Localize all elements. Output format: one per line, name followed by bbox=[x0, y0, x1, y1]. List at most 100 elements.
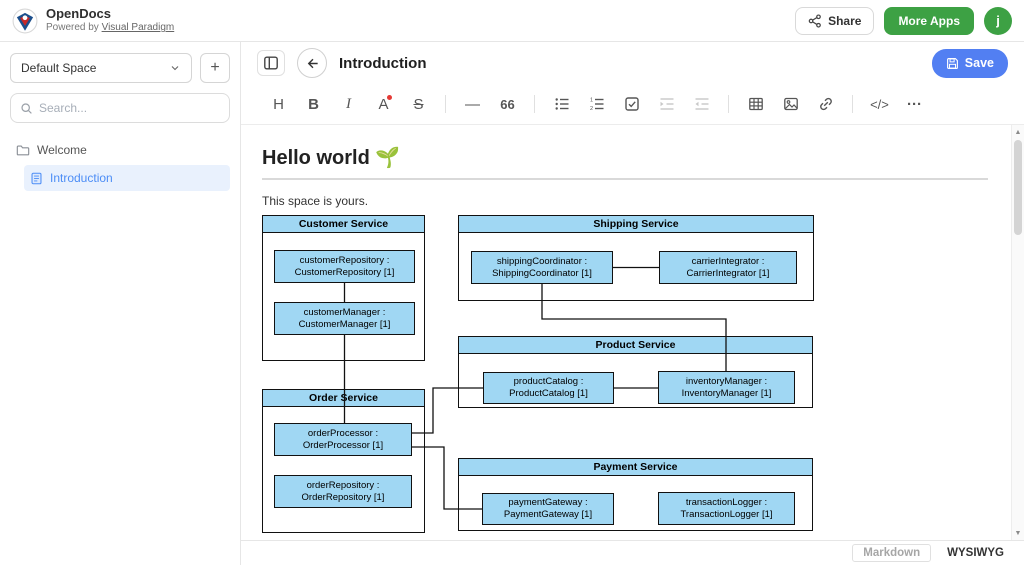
toolbar-separator bbox=[445, 95, 446, 113]
bullet-list-button[interactable] bbox=[544, 90, 579, 118]
editor-surface[interactable]: Hello world 🌱 This space is yours. Custo… bbox=[241, 125, 1024, 540]
opendocs-app: OpenDocs Powered by Visual Paradigm Shar… bbox=[0, 0, 1024, 565]
space-selector[interactable]: Default Space bbox=[10, 53, 192, 83]
component-carrier-integrator: carrierIntegrator : CarrierIntegrator [1… bbox=[659, 251, 797, 284]
code-button[interactable]: </> bbox=[862, 90, 897, 118]
component-customer-manager: customerManager : CustomerManager [1] bbox=[274, 302, 415, 335]
tree-item-introduction[interactable]: Introduction bbox=[24, 165, 230, 191]
share-label: Share bbox=[828, 14, 861, 28]
visual-paradigm-link[interactable]: Visual Paradigm bbox=[102, 22, 175, 33]
share-icon bbox=[808, 14, 822, 28]
numbered-list-button[interactable]: 1 2 bbox=[579, 90, 614, 118]
arrow-left-icon bbox=[305, 56, 320, 71]
save-icon bbox=[946, 57, 959, 70]
scroll-up-arrow[interactable]: ▲ bbox=[1012, 126, 1024, 138]
service-title: Customer Service bbox=[263, 216, 424, 233]
scroll-down-arrow[interactable]: ▼ bbox=[1012, 527, 1024, 539]
strikethrough-button[interactable]: S bbox=[401, 90, 436, 118]
outdent-button[interactable] bbox=[684, 90, 719, 118]
back-button[interactable] bbox=[297, 48, 327, 78]
save-label: Save bbox=[965, 56, 994, 70]
uml-diagram[interactable]: Customer Service Shipping Service Produc… bbox=[262, 215, 818, 537]
search-icon bbox=[20, 102, 33, 115]
toolbar-separator bbox=[728, 95, 729, 113]
folder-icon bbox=[16, 143, 30, 157]
opendocs-logo bbox=[12, 8, 38, 34]
app-header: OpenDocs Powered by Visual Paradigm Shar… bbox=[0, 0, 1024, 42]
space-selector-value: Default Space bbox=[21, 61, 96, 75]
bullet-list-icon bbox=[554, 96, 570, 112]
search-input[interactable] bbox=[39, 101, 220, 115]
heading-glyph: H bbox=[273, 96, 284, 113]
service-title: Product Service bbox=[459, 337, 812, 354]
tree-folder-label: Welcome bbox=[37, 143, 87, 157]
blockquote-button[interactable]: 66 bbox=[490, 90, 525, 118]
strikethrough-glyph: S bbox=[413, 96, 423, 113]
editor-mode-bar: Markdown WYSIWYG bbox=[241, 540, 1024, 565]
code-glyph: </> bbox=[870, 97, 889, 112]
page-tree: Welcome Introduction bbox=[10, 137, 230, 191]
add-page-button[interactable]: + bbox=[200, 53, 230, 83]
service-box-order: Order Service bbox=[262, 389, 425, 533]
page-titlebar: Introduction Save bbox=[241, 42, 1024, 84]
service-box-customer: Customer Service bbox=[262, 215, 425, 361]
component-customer-repository: customerRepository : CustomerRepository … bbox=[274, 250, 415, 283]
heading-divider bbox=[262, 178, 988, 180]
link-button[interactable] bbox=[808, 90, 843, 118]
indent-icon bbox=[659, 96, 675, 112]
chevron-down-icon bbox=[169, 62, 181, 74]
horizontal-rule-button[interactable]: — bbox=[455, 90, 490, 118]
component-payment-gateway: paymentGateway : PaymentGateway [1] bbox=[482, 493, 614, 525]
checklist-button[interactable] bbox=[614, 90, 649, 118]
app-name: OpenDocs bbox=[46, 7, 174, 22]
table-button[interactable] bbox=[738, 90, 773, 118]
more-glyph: ··· bbox=[907, 96, 922, 113]
image-button[interactable] bbox=[773, 90, 808, 118]
link-icon bbox=[818, 96, 834, 112]
component-transaction-logger: transactionLogger : TransactionLogger [1… bbox=[658, 492, 795, 525]
page-title: Introduction bbox=[339, 55, 426, 72]
heading-button[interactable]: H bbox=[261, 90, 296, 118]
numbered-list-icon: 1 2 bbox=[589, 96, 605, 112]
vertical-scrollbar[interactable]: ▲ ▼ bbox=[1011, 125, 1024, 540]
formatting-toolbar: H B I A S — 66 1 bbox=[241, 84, 1024, 125]
service-title: Payment Service bbox=[459, 459, 812, 476]
component-shipping-coordinator: shippingCoordinator : ShippingCoordinato… bbox=[471, 251, 613, 284]
component-order-repository: orderRepository : OrderRepository [1] bbox=[274, 475, 412, 508]
blockquote-glyph: 66 bbox=[500, 97, 514, 112]
toggle-sidebar-button[interactable] bbox=[257, 50, 285, 76]
wysiwyg-mode-button[interactable]: WYSIWYG bbox=[939, 545, 1012, 561]
header-actions: Share More Apps j bbox=[795, 7, 1012, 35]
toolbar-separator bbox=[534, 95, 535, 113]
sidebar: Default Space + W bbox=[0, 42, 241, 565]
bold-button[interactable]: B bbox=[296, 90, 331, 118]
component-order-processor: orderProcessor : OrderProcessor [1] bbox=[274, 423, 412, 456]
more-apps-button[interactable]: More Apps bbox=[884, 7, 974, 35]
powered-by-prefix: Powered by bbox=[46, 22, 99, 33]
italic-button[interactable]: I bbox=[331, 90, 366, 118]
search-box bbox=[10, 93, 230, 123]
save-button[interactable]: Save bbox=[932, 49, 1008, 78]
service-title: Shipping Service bbox=[459, 216, 813, 233]
scrollbar-thumb[interactable] bbox=[1014, 140, 1022, 235]
tree-item-label: Introduction bbox=[50, 171, 113, 185]
sidebar-panel-icon bbox=[263, 55, 279, 71]
document-icon bbox=[30, 172, 43, 185]
table-icon bbox=[748, 96, 764, 112]
indent-button[interactable] bbox=[649, 90, 684, 118]
document-heading[interactable]: Hello world 🌱 bbox=[262, 145, 990, 171]
font-color-button[interactable]: A bbox=[366, 90, 401, 118]
document-paragraph[interactable]: This space is yours. bbox=[262, 194, 990, 208]
checklist-icon bbox=[624, 96, 640, 112]
horizontal-rule-glyph: — bbox=[465, 96, 480, 113]
font-color-dot bbox=[387, 95, 392, 100]
more-options-button[interactable]: ··· bbox=[897, 90, 932, 118]
markdown-mode-button[interactable]: Markdown bbox=[852, 544, 931, 562]
user-avatar[interactable]: j bbox=[984, 7, 1012, 35]
main-panel: Introduction Save H B I A S — bbox=[241, 42, 1024, 565]
powered-by-text: Powered by Visual Paradigm bbox=[46, 22, 174, 34]
share-button[interactable]: Share bbox=[795, 7, 874, 35]
tree-folder-welcome[interactable]: Welcome bbox=[10, 137, 230, 163]
svg-text:2: 2 bbox=[590, 106, 593, 112]
bold-glyph: B bbox=[308, 96, 319, 113]
